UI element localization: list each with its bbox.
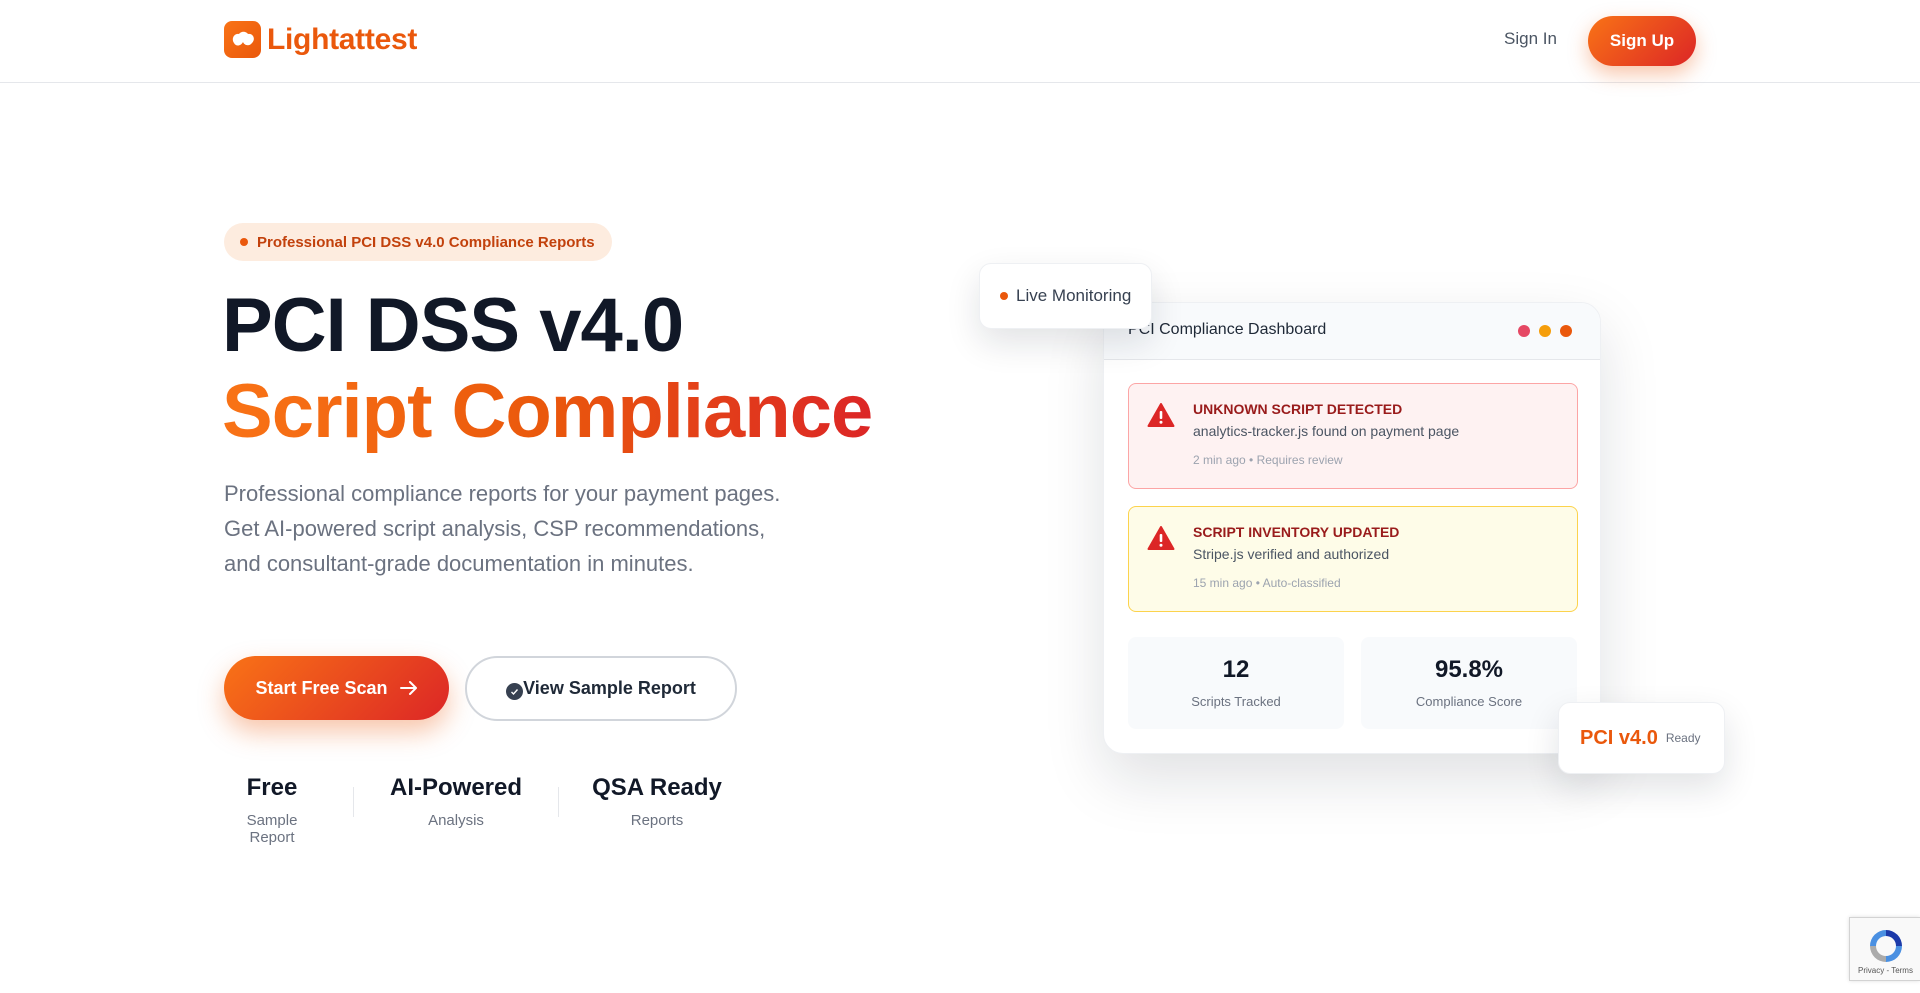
stat-divider bbox=[558, 787, 559, 817]
pci-ready-chip: PCI v4.0 Ready bbox=[1558, 702, 1725, 774]
hero-title-line2: Script Compliance bbox=[222, 369, 873, 454]
stat-label: Analysis bbox=[428, 812, 484, 829]
alert-description: Stripe.js verified and authorized bbox=[1193, 546, 1390, 562]
metric-compliance-score: 95.8% Compliance Score bbox=[1361, 637, 1577, 729]
alert-description: analytics-tracker.js found on payment pa… bbox=[1193, 423, 1460, 439]
pci-version: PCI v4.0 bbox=[1580, 726, 1658, 749]
recaptcha-badge[interactable]: Privacy - Terms bbox=[1849, 917, 1920, 981]
logo-mark-icon bbox=[224, 21, 261, 58]
live-monitoring-label: Live Monitoring bbox=[1016, 286, 1132, 305]
hero-title-line1: PCI DSS v4.0 bbox=[222, 283, 684, 368]
top-nav: Lightattest Sign In Sign Up bbox=[0, 0, 1920, 83]
dashboard-title: PCI Compliance Dashboard bbox=[1128, 321, 1327, 338]
recaptcha-icon bbox=[1870, 930, 1902, 962]
stat-value: QSA Ready bbox=[592, 774, 722, 801]
arrow-right-icon bbox=[399, 681, 417, 695]
live-dot-icon bbox=[1000, 292, 1008, 300]
warning-triangle-icon bbox=[1147, 526, 1175, 550]
view-sample-report-button[interactable]: View Sample Report bbox=[465, 656, 737, 721]
stat-value: Free bbox=[246, 774, 298, 801]
alert-inventory-updated: SCRIPT INVENTORY UPDATED Stripe.js verif… bbox=[1128, 506, 1578, 612]
logo-text: Lightattest bbox=[267, 22, 418, 56]
stat-label: Sample Report bbox=[246, 812, 298, 846]
alert-unknown-script: UNKNOWN SCRIPT DETECTED analytics-tracke… bbox=[1128, 383, 1578, 489]
dashboard-header: PCI Compliance Dashboard bbox=[1104, 303, 1600, 360]
live-monitoring-chip: Live Monitoring bbox=[979, 263, 1152, 329]
badge-text: Professional PCI DSS v4.0 Compliance Rep… bbox=[257, 233, 595, 251]
eye-icon bbox=[506, 683, 524, 700]
metric-value: 12 bbox=[1222, 656, 1250, 683]
metric-label: Scripts Tracked bbox=[1191, 694, 1281, 709]
logo[interactable]: Lightattest bbox=[224, 21, 417, 58]
pci-status: Ready bbox=[1665, 731, 1701, 745]
stat-divider bbox=[353, 787, 354, 817]
stat-ai-powered: AI-Powered Analysis bbox=[386, 770, 526, 829]
hero-lead: Professional compliance reports for your… bbox=[224, 481, 781, 576]
window-dot-red bbox=[1518, 325, 1530, 337]
window-dot-yellow bbox=[1539, 325, 1551, 337]
hero-badge: Professional PCI DSS v4.0 Compliance Rep… bbox=[224, 223, 612, 261]
metric-label: Compliance Score bbox=[1415, 694, 1523, 709]
start-free-scan-button[interactable]: Start Free Scan bbox=[224, 656, 449, 720]
window-controls bbox=[1518, 325, 1572, 337]
recaptcha-links[interactable]: Privacy - Terms bbox=[1858, 966, 1913, 975]
stat-value: AI-Powered bbox=[389, 774, 523, 801]
warning-triangle-icon bbox=[1147, 403, 1175, 427]
alert-title: SCRIPT INVENTORY UPDATED bbox=[1193, 524, 1400, 540]
metric-scripts-tracked: 12 Scripts Tracked bbox=[1128, 637, 1344, 729]
view-sample-report-label: View Sample Report bbox=[523, 678, 696, 698]
alert-meta: 15 min ago • Auto-classified bbox=[1193, 576, 1341, 590]
stat-label: Reports bbox=[630, 812, 684, 829]
badge-dot-icon bbox=[240, 238, 248, 246]
alert-title: UNKNOWN SCRIPT DETECTED bbox=[1193, 401, 1403, 417]
hero-stats: Free Sample Report AI-Powered Analysis Q… bbox=[224, 770, 723, 846]
stat-free: Free Sample Report bbox=[224, 770, 320, 846]
alert-meta: 2 min ago • Requires review bbox=[1193, 453, 1343, 467]
compliance-dashboard-card: PCI Compliance Dashboard UNKNOWN SCRIPT … bbox=[1103, 302, 1601, 754]
stat-qsa-ready: QSA Ready Reports bbox=[591, 770, 723, 829]
sign-in-link[interactable]: Sign In bbox=[1504, 29, 1557, 49]
start-free-scan-label: Start Free Scan bbox=[255, 677, 388, 698]
metric-value: 95.8% bbox=[1434, 656, 1504, 683]
window-dot-orange bbox=[1560, 325, 1572, 337]
sign-up-button[interactable]: Sign Up bbox=[1588, 16, 1696, 66]
